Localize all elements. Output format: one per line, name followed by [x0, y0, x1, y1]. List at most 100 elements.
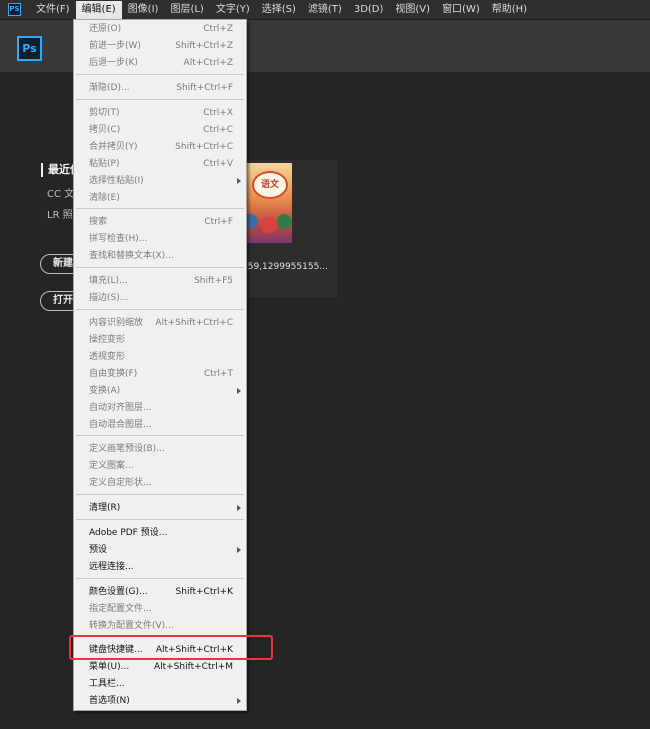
menu-item[interactable]: 透视变形 — [74, 349, 246, 366]
menu-item[interactable]: 3D(D) — [348, 1, 390, 19]
menu-item-label: 前进一步(W) — [89, 41, 141, 51]
menu-separator — [76, 99, 244, 100]
submenu-arrow-icon — [237, 698, 241, 704]
menu-item[interactable]: 操控变形 — [74, 332, 246, 349]
menu-item-shortcut: Shift+Ctrl+F — [176, 83, 233, 93]
menu-item-label: 自由变换(F) — [89, 369, 138, 379]
menu-item[interactable]: 定义图案... — [74, 458, 246, 475]
menu-item[interactable]: 首选项(N) — [74, 693, 246, 710]
menu-item-label: 填充(L)... — [89, 276, 128, 286]
recent-file-name: 759,1299955155... — [242, 262, 328, 272]
menu-separator — [76, 267, 244, 268]
menu-item[interactable]: 滤镜(T) — [302, 1, 348, 19]
menu-item[interactable]: 帮助(H) — [486, 1, 533, 19]
menu-item-shortcut: Shift+Ctrl+K — [175, 587, 233, 597]
menu-item-shortcut: Alt+Ctrl+Z — [183, 58, 233, 68]
menu-item[interactable]: 清除(E) — [74, 190, 246, 207]
menu-item[interactable]: 选择性粘贴(I) — [74, 173, 246, 190]
menu-item-shortcut: Alt+Shift+Ctrl+C — [155, 318, 233, 328]
menu-item[interactable]: 变换(A) — [74, 383, 246, 400]
menu-item[interactable]: 文字(Y) — [210, 1, 256, 19]
menu-item-label: 定义图案... — [89, 461, 134, 471]
menu-item-label: 定义自定形状... — [89, 478, 152, 488]
menu-item[interactable]: 指定配置文件... — [74, 601, 246, 618]
menu-item[interactable]: 预设 — [74, 542, 246, 559]
menu-item[interactable]: 颜色设置(G)... Shift+Ctrl+K — [74, 584, 246, 601]
menu-item[interactable]: 填充(L)... Shift+F5 — [74, 273, 246, 290]
menu-item[interactable]: 还原(O) Ctrl+Z — [74, 21, 246, 38]
menu-item-label: 描边(S)... — [89, 293, 129, 303]
menu-item[interactable]: Adobe PDF 预设... — [74, 525, 246, 542]
menu-item[interactable]: 渐隐(D)... Shift+Ctrl+F — [74, 80, 246, 97]
menu-item[interactable]: 工具栏... — [74, 676, 246, 693]
menu-item[interactable]: 窗口(W) — [436, 1, 486, 19]
menu-item[interactable]: 前进一步(W) Shift+Ctrl+Z — [74, 38, 246, 55]
menu-item[interactable]: 粘贴(P) Ctrl+V — [74, 156, 246, 173]
menu-item[interactable]: 图层(L) — [164, 1, 209, 19]
menu-item-shortcut: Ctrl+X — [203, 108, 233, 118]
edit-menu-dropdown: 还原(O) Ctrl+Z 前进一步(W) Shift+Ctrl+Z 后退一步(K) Alt… — [73, 19, 247, 711]
menu-item[interactable]: 远程连接... — [74, 559, 246, 576]
menu-item-label: 后退一步(K) — [89, 58, 138, 68]
cc-files-link[interactable]: CC 文 — [47, 185, 74, 200]
menu-item[interactable]: 内容识别缩放 Alt+Shift+Ctrl+C — [74, 315, 246, 332]
menu-item-label: 合并拷贝(Y) — [89, 142, 138, 152]
menu-item-label: 清除(E) — [89, 193, 120, 203]
menu-item-label: 变换(A) — [89, 386, 121, 396]
menu-item-label: 自动混合图层... — [89, 420, 152, 430]
menu-item-label: 操控变形 — [89, 335, 126, 345]
menu-item-label: 工具栏... — [89, 679, 125, 689]
menu-item[interactable]: 描边(S)... — [74, 290, 246, 307]
menu-item[interactable]: 视图(V) — [389, 1, 436, 19]
menu-item[interactable]: 查找和替换文本(X)... — [74, 248, 246, 265]
menu-item-shortcut: Shift+Ctrl+Z — [175, 41, 233, 51]
menu-item-label: 指定配置文件... — [89, 604, 152, 614]
menu-item[interactable]: 图像(I) — [122, 1, 165, 19]
menu-item[interactable]: 选择(S) — [256, 1, 302, 19]
submenu-arrow-icon — [237, 505, 241, 511]
thumbnail-title: 语文 — [252, 171, 288, 199]
menu-bar-items: 文件(F) 编辑(E) 图像(I) 图层(L) 文字(Y) 选择(S) 滤镜(T) 3D(D)… — [30, 0, 533, 19]
menu-item-label: 查找和替换文本(X)... — [89, 251, 174, 261]
menu-item-label: 内容识别缩放 — [89, 318, 144, 328]
photoshop-app-icon[interactable]: PS — [8, 3, 21, 16]
menu-item-label: 渐隐(D)... — [89, 83, 130, 93]
menu-bar: PS 文件(F) 编辑(E) 图像(I) 图层(L) 文字(Y) 选择(S) 滤镜(T) 3D… — [0, 0, 650, 20]
menu-item-label: 清理(R) — [89, 503, 121, 513]
menu-item[interactable]: 文件(F) — [30, 1, 76, 19]
menu-item[interactable]: 编辑(E) — [75, 0, 122, 19]
menu-item-label: 菜单(U)... — [89, 662, 130, 672]
lr-photos-link[interactable]: LR 照 — [47, 206, 73, 221]
menu-item[interactable]: 搜索 Ctrl+F — [74, 214, 246, 231]
submenu-arrow-icon — [237, 547, 241, 553]
menu-item[interactable]: 定义画笔预设(B)... — [74, 441, 246, 458]
menu-item-shortcut: Alt+Shift+Ctrl+M — [153, 662, 233, 672]
menu-item[interactable]: 菜单(U)... Alt+Shift+Ctrl+M — [74, 659, 246, 676]
menu-item[interactable]: 后退一步(K) Alt+Ctrl+Z — [74, 55, 246, 72]
photoshop-logo[interactable]: Ps — [17, 36, 42, 61]
menu-item[interactable]: 自由变换(F) Ctrl+T — [74, 366, 246, 383]
menu-item[interactable]: 清理(R) — [74, 500, 246, 517]
menu-item-label: 颜色设置(G)... — [89, 587, 148, 597]
menu-item[interactable]: 定义自定形状... — [74, 475, 246, 492]
menu-item-shortcut: Ctrl+C — [203, 125, 233, 135]
menu-item[interactable]: 转换为配置文件(V)... — [74, 618, 246, 635]
menu-item-shortcut: Ctrl+F — [204, 217, 233, 227]
menu-item-label: 拷贝(C) — [89, 125, 121, 135]
menu-separator — [76, 494, 244, 495]
menu-item[interactable]: 自动混合图层... — [74, 417, 246, 434]
menu-item[interactable]: 合并拷贝(Y) Shift+Ctrl+C — [74, 139, 246, 156]
menu-item-shortcut: Ctrl+V — [203, 159, 233, 169]
recent-file-card[interactable]: 语文 759,1299955155... — [236, 160, 337, 297]
thumbnail-illustration — [240, 207, 292, 243]
menu-separator — [76, 208, 244, 209]
menu-item-label: 选择性粘贴(I) — [89, 176, 144, 186]
submenu-arrow-icon — [237, 388, 241, 394]
menu-separator — [76, 435, 244, 436]
menu-item[interactable]: 自动对齐图层... — [74, 400, 246, 417]
menu-item-label: 自动对齐图层... — [89, 403, 152, 413]
menu-item-label: Adobe PDF 预设... — [89, 528, 168, 538]
menu-item[interactable]: 剪切(T) Ctrl+X — [74, 105, 246, 122]
menu-item[interactable]: 拼写检查(H)... — [74, 231, 246, 248]
menu-item[interactable]: 拷贝(C) Ctrl+C — [74, 122, 246, 139]
